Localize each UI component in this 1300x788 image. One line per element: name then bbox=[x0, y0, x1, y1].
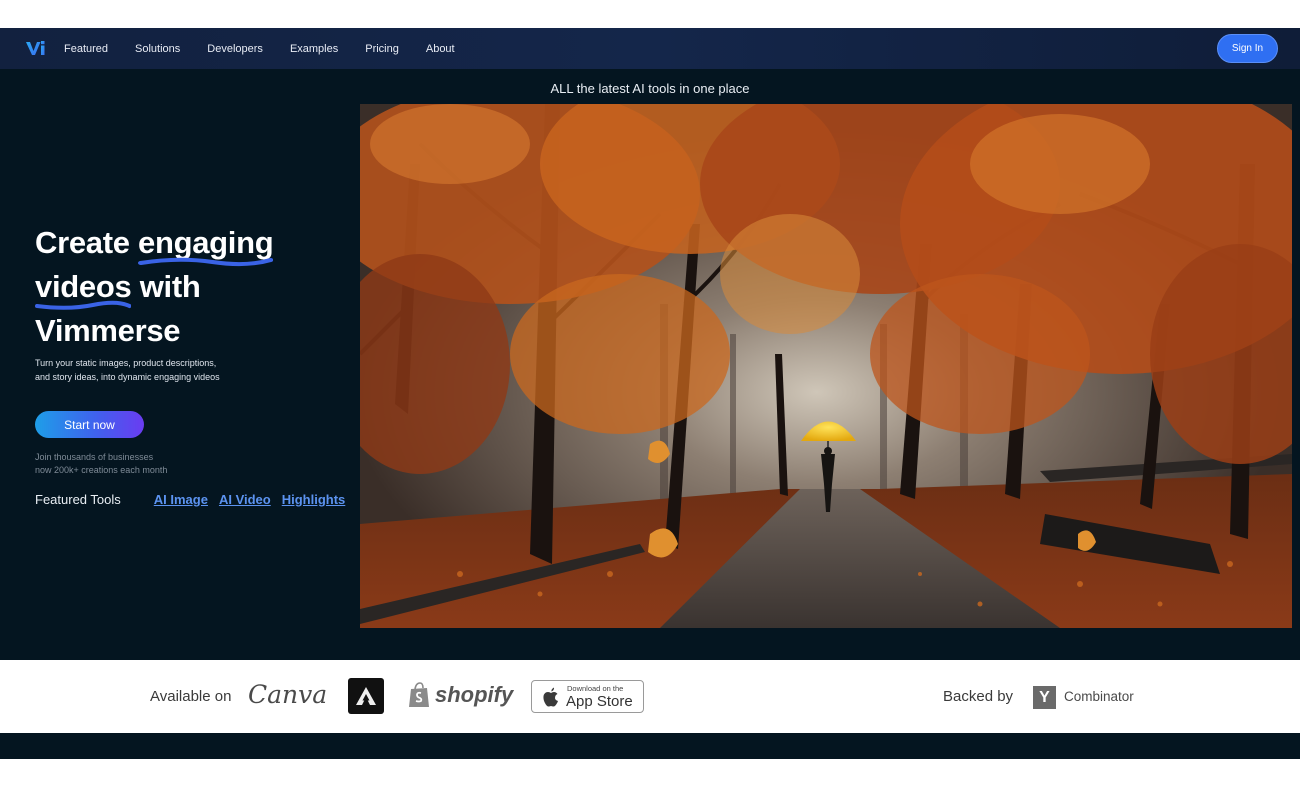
y-combinator-icon[interactable]: Y bbox=[1033, 686, 1056, 709]
shopify-bag-icon bbox=[409, 682, 429, 707]
brush-underline-icon bbox=[35, 300, 132, 310]
nav-solutions[interactable]: Solutions bbox=[135, 43, 180, 55]
join-line1: Join thousands of businesses bbox=[35, 452, 154, 462]
nav-featured[interactable]: Featured bbox=[64, 43, 108, 55]
vimmerse-logo-icon[interactable] bbox=[25, 38, 47, 58]
app-store-big-text: App Store bbox=[566, 693, 633, 710]
shopify-text: shopify bbox=[435, 682, 514, 707]
title-part-vimmerse: Vimmerse bbox=[35, 313, 181, 348]
nav-developers[interactable]: Developers bbox=[207, 43, 263, 55]
hero-subtitle-line2: and story ideas, into dynamic engaging v… bbox=[35, 371, 220, 382]
adobe-express-icon[interactable] bbox=[348, 678, 384, 714]
start-now-button[interactable]: Start now bbox=[35, 411, 144, 438]
hero-tagline: ALL the latest AI tools in one place bbox=[550, 81, 750, 96]
partners-strip: Available on Canva shopify Download on t… bbox=[0, 660, 1300, 733]
join-text: Join thousands of businesses now 200k+ c… bbox=[35, 451, 235, 476]
backed-by-label: Backed by bbox=[943, 688, 1014, 705]
apple-icon bbox=[543, 687, 558, 707]
featured-link-ai-image[interactable]: AI Image bbox=[154, 492, 208, 507]
hero-section: ALL the latest AI tools in one place Cre… bbox=[0, 69, 1300, 660]
available-on-label: Available on bbox=[150, 688, 232, 705]
canva-logo[interactable]: Canva bbox=[248, 680, 327, 709]
title-highlight-videos: videos bbox=[35, 265, 132, 310]
featured-tools-label: Featured Tools bbox=[35, 491, 121, 507]
sign-in-button[interactable]: Sign In bbox=[1217, 34, 1278, 63]
nav-pricing[interactable]: Pricing bbox=[365, 43, 399, 55]
nav-links: Featured Solutions Developers Examples P… bbox=[64, 28, 482, 69]
bottom-dark-band bbox=[0, 733, 1300, 759]
brush-underline-icon bbox=[138, 257, 274, 267]
featured-link-highlights[interactable]: Highlights bbox=[282, 492, 346, 507]
title-part-create: Create bbox=[35, 225, 139, 260]
nav-about[interactable]: About bbox=[426, 43, 455, 55]
hero-subtitle-line1: Turn your static images, product descrip… bbox=[35, 358, 217, 368]
y-combinator-text[interactable]: Combinator bbox=[1064, 689, 1134, 704]
shopify-logo[interactable]: shopify bbox=[408, 680, 513, 710]
featured-link-ai-video[interactable]: AI Video bbox=[219, 492, 271, 507]
hero-subtitle: Turn your static images, product descrip… bbox=[35, 357, 255, 384]
top-navbar: Featured Solutions Developers Examples P… bbox=[0, 28, 1300, 69]
title-highlight-engaging: engaging bbox=[138, 221, 274, 267]
hero-video-preview[interactable] bbox=[360, 104, 1292, 628]
page: Featured Solutions Developers Examples P… bbox=[0, 0, 1300, 788]
featured-tools-row: Featured Tools AI Image AI Video Highlig… bbox=[35, 490, 356, 508]
join-line2: now 200k+ creations each month bbox=[35, 464, 168, 475]
app-store-small-text: Download on the bbox=[567, 684, 624, 693]
nav-examples[interactable]: Examples bbox=[290, 43, 338, 55]
app-store-badge[interactable]: Download on the App Store bbox=[531, 680, 644, 713]
hero-title: Create engaging videos with Vimmerse bbox=[35, 221, 335, 353]
title-part-with: with bbox=[131, 269, 201, 304]
